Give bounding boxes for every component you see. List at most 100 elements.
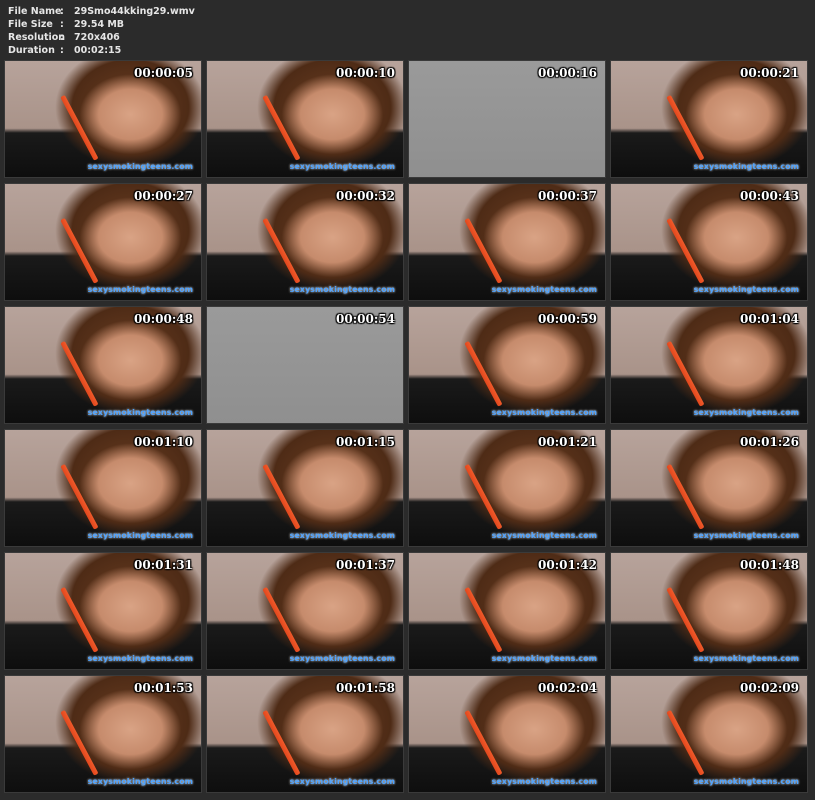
- video-thumbnail: 00:01:48 sexysmokingteens.com: [610, 552, 808, 670]
- watermark-logo: sexysmokingteens.com: [693, 162, 799, 171]
- video-thumbnail: 00:00:05 sexysmokingteens.com: [4, 60, 202, 178]
- video-thumbnail: 00:01:04 sexysmokingteens.com: [610, 306, 808, 424]
- watermark-logo: sexysmokingteens.com: [491, 777, 597, 786]
- cigarette-graphic: [464, 586, 503, 653]
- video-thumbnail: 00:01:37 sexysmokingteens.com: [206, 552, 404, 670]
- thumbnail-timestamp: 00:00:48: [134, 312, 193, 326]
- video-thumbnail: 00:00:32 sexysmokingteens.com: [206, 183, 404, 301]
- cigarette-graphic: [666, 709, 705, 776]
- video-thumbnail: 00:02:09 sexysmokingteens.com: [610, 675, 808, 793]
- thumbnail-timestamp: 00:01:58: [336, 681, 395, 695]
- video-thumbnail: 00:02:04 sexysmokingteens.com: [408, 675, 606, 793]
- thumbnail-timestamp: 00:01:53: [134, 681, 193, 695]
- video-thumbnail: 00:01:53 sexysmokingteens.com: [4, 675, 202, 793]
- watermark-logo: sexysmokingteens.com: [693, 285, 799, 294]
- thumbnail-grid: 00:00:05 sexysmokingteens.com 00:00:10 sexy…: [4, 60, 808, 793]
- video-thumbnail: 00:00:16sexysmokingteens.com: [408, 60, 606, 178]
- thumbnail-timestamp: 00:02:09: [740, 681, 799, 695]
- thumbnail-timestamp: 00:00:27: [134, 189, 193, 203]
- cigarette-graphic: [666, 586, 705, 653]
- thumbnail-timestamp: 00:01:21: [538, 435, 597, 449]
- thumbnail-timestamp: 00:01:31: [134, 558, 193, 572]
- watermark-logo: sexysmokingteens.com: [87, 162, 193, 171]
- thumbnail-timestamp: 00:00:59: [538, 312, 597, 326]
- info-label: Resolution: [8, 32, 66, 43]
- thumbnail-timestamp: 00:01:15: [336, 435, 395, 449]
- video-thumbnail: 00:01:15 sexysmokingteens.com: [206, 429, 404, 547]
- watermark-logo: sexysmokingteens.com: [693, 531, 799, 540]
- thumbnail-timestamp: 00:01:42: [538, 558, 597, 572]
- watermark-logo: sexysmokingteens.com: [289, 285, 395, 294]
- info-row-resolution: Resolution : 720x406: [8, 31, 195, 44]
- watermark-logo: sexysmokingteens.com: [289, 162, 395, 171]
- info-separator: :: [60, 32, 64, 43]
- info-row-duration: Duration : 00:02:15: [8, 44, 195, 57]
- info-row-file-size: File Size : 29.54 MB: [8, 18, 195, 31]
- cigarette-graphic: [60, 94, 99, 161]
- info-label: Duration: [8, 45, 55, 56]
- cigarette-graphic: [60, 709, 99, 776]
- video-thumbnail: 00:00:27 sexysmokingteens.com: [4, 183, 202, 301]
- watermark-logo: sexysmokingteens.com: [491, 531, 597, 540]
- cigarette-graphic: [60, 463, 99, 530]
- video-thumbnail: 00:00:43 sexysmokingteens.com: [610, 183, 808, 301]
- cigarette-graphic: [60, 340, 99, 407]
- thumbnail-timestamp: 00:00:16: [538, 66, 597, 80]
- cigarette-graphic: [464, 709, 503, 776]
- video-thumbnail: 00:01:31 sexysmokingteens.com: [4, 552, 202, 670]
- video-thumbnail: 00:00:21 sexysmokingteens.com: [610, 60, 808, 178]
- thumbnail-timestamp: 00:01:04: [740, 312, 799, 326]
- cigarette-graphic: [262, 709, 301, 776]
- video-thumbnail: 00:00:37 sexysmokingteens.com: [408, 183, 606, 301]
- watermark-logo: sexysmokingteens.com: [693, 408, 799, 417]
- thumbnail-timestamp: 00:01:37: [336, 558, 395, 572]
- thumbnail-timestamp: 00:01:10: [134, 435, 193, 449]
- video-thumbnail: 00:00:48 sexysmokingteens.com: [4, 306, 202, 424]
- thumbnail-timestamp: 00:00:54: [336, 312, 395, 326]
- info-value: 00:02:15: [74, 45, 122, 56]
- info-label: File Name: [8, 6, 62, 17]
- video-thumbnail: 00:01:26 sexysmokingteens.com: [610, 429, 808, 547]
- video-thumbnail: 00:01:21 sexysmokingteens.com: [408, 429, 606, 547]
- cigarette-graphic: [666, 463, 705, 530]
- watermark-logo: sexysmokingteens.com: [87, 531, 193, 540]
- info-separator: :: [60, 19, 64, 30]
- cigarette-graphic: [464, 217, 503, 284]
- thumbnail-timestamp: 00:00:05: [134, 66, 193, 80]
- cigarette-graphic: [262, 217, 301, 284]
- thumbnail-timestamp: 00:01:48: [740, 558, 799, 572]
- thumbnail-timestamp: 00:00:37: [538, 189, 597, 203]
- cigarette-graphic: [262, 586, 301, 653]
- cigarette-graphic: [464, 340, 503, 407]
- cigarette-graphic: [262, 463, 301, 530]
- thumbnail-timestamp: 00:01:26: [740, 435, 799, 449]
- thumbnail-timestamp: 00:00:43: [740, 189, 799, 203]
- watermark-logo: sexysmokingteens.com: [491, 408, 597, 417]
- video-thumbnail: 00:01:10 sexysmokingteens.com: [4, 429, 202, 547]
- info-row-file-name: File Name : 29Smo44kking29.wmv: [8, 5, 195, 18]
- file-info-panel: File Name : 29Smo44kking29.wmv File Size…: [8, 5, 195, 57]
- watermark-logo: sexysmokingteens.com: [491, 654, 597, 663]
- watermark-logo: sexysmokingteens.com: [693, 777, 799, 786]
- cigarette-graphic: [464, 463, 503, 530]
- thumbnail-timestamp: 00:00:21: [740, 66, 799, 80]
- info-value: 720x406: [74, 32, 120, 43]
- cigarette-graphic: [60, 217, 99, 284]
- info-label: File Size: [8, 19, 53, 30]
- info-separator: :: [60, 45, 64, 56]
- cigarette-graphic: [60, 586, 99, 653]
- video-thumbnail: 00:00:10 sexysmokingteens.com: [206, 60, 404, 178]
- video-thumbnail: 00:01:58 sexysmokingteens.com: [206, 675, 404, 793]
- info-value: 29.54 MB: [74, 19, 125, 30]
- video-thumbnail: 00:01:42 sexysmokingteens.com: [408, 552, 606, 670]
- cigarette-graphic: [666, 94, 705, 161]
- info-separator: :: [60, 6, 64, 17]
- watermark-logo: sexysmokingteens.com: [87, 408, 193, 417]
- watermark-logo: sexysmokingteens.com: [289, 531, 395, 540]
- watermark-logo: sexysmokingteens.com: [693, 654, 799, 663]
- cigarette-graphic: [666, 217, 705, 284]
- watermark-logo: sexysmokingteens.com: [87, 777, 193, 786]
- thumbnail-timestamp: 00:02:04: [538, 681, 597, 695]
- watermark-logo: sexysmokingteens.com: [289, 654, 395, 663]
- watermark-logo: sexysmokingteens.com: [289, 777, 395, 786]
